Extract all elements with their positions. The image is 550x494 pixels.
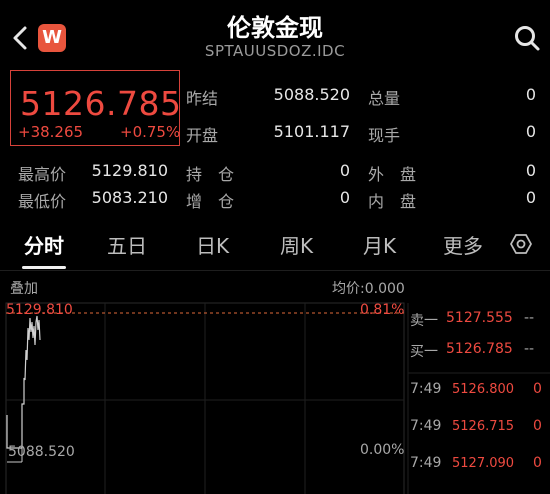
high-value: 5129.810 (91, 161, 168, 180)
chart-base-price: 5088.520 (8, 444, 75, 460)
tab-more[interactable]: 更多 (443, 230, 483, 259)
chart-top-percent: 0.81% (360, 302, 405, 318)
inner-value: 0 (525, 188, 536, 207)
tick-volume: 0 (533, 381, 542, 397)
settings-icon[interactable] (510, 233, 532, 255)
tick-volume: 0 (533, 418, 542, 434)
search-icon[interactable] (513, 24, 541, 52)
page-title: 伦敦金现 (227, 14, 323, 42)
tick-price: 5126.800 (452, 382, 515, 397)
price-change-percent: +0.75% (120, 123, 181, 141)
symbol-code: SPTAUUSDOZ.IDC (204, 42, 346, 60)
tab-weekly-k[interactable]: 周K (280, 230, 313, 259)
position-label: 持 仓 (186, 165, 235, 184)
open-label: 开盘 (186, 126, 219, 145)
tick-time: 7:49 (410, 381, 442, 397)
increase-label: 增 仓 (186, 192, 235, 211)
current-vol-value: 0 (525, 122, 536, 141)
increase-value: 0 (339, 188, 350, 207)
position-value: 0 (339, 161, 350, 180)
tab-intraday[interactable]: 分时 (24, 230, 64, 259)
divider (0, 270, 550, 271)
active-tab-indicator (22, 266, 66, 269)
tick-price: 5126.715 (452, 419, 515, 434)
chart-base-percent: 0.00% (360, 442, 405, 458)
volume-label: 总量 (368, 89, 401, 108)
outer-label: 外 盘 (368, 165, 417, 184)
tab-monthly-k[interactable]: 月K (363, 230, 396, 259)
sell1-label: 卖一 (410, 313, 438, 329)
chart-top-price: 5129.810 (6, 302, 73, 318)
buy1-volume: -- (524, 341, 535, 357)
tick-time: 7:49 (410, 455, 442, 471)
tick-volume: 0 (533, 455, 542, 471)
tab-daily-k[interactable]: 日K (196, 230, 229, 259)
volume-value: 0 (525, 85, 536, 104)
tab-five-day[interactable]: 五日 (107, 230, 147, 259)
tick-time: 7:49 (410, 418, 442, 434)
price-change: +38.265 (18, 123, 84, 141)
price-line (6, 315, 41, 449)
current-vol-label: 现手 (368, 126, 401, 145)
outer-value: 0 (525, 161, 536, 180)
prev-close-value: 5088.520 (273, 85, 350, 104)
low-label: 最低价 (18, 192, 67, 211)
high-label: 最高价 (18, 165, 67, 184)
buy1-label: 买一 (410, 344, 438, 360)
last-price: 5126.785 (20, 84, 182, 123)
prev-close-label: 昨结 (186, 89, 219, 108)
low-value: 5083.210 (91, 188, 168, 207)
buy1-price: 5126.785 (446, 341, 513, 357)
sell1-volume: -- (524, 310, 535, 326)
open-value: 5101.117 (273, 122, 350, 141)
inner-label: 内 盘 (368, 192, 417, 211)
sell1-price: 5127.555 (446, 310, 513, 326)
tick-price: 5127.090 (452, 456, 515, 471)
